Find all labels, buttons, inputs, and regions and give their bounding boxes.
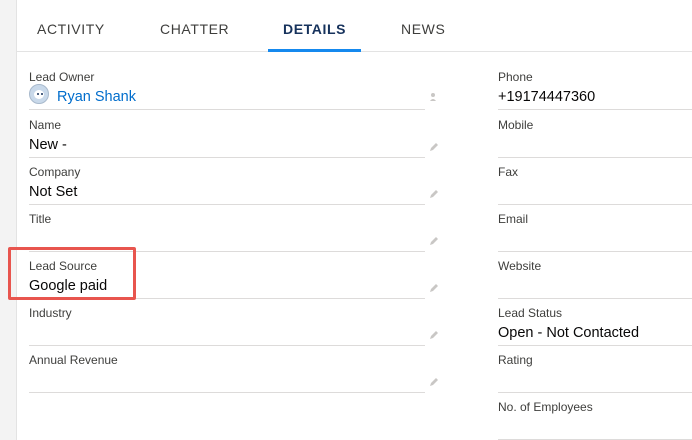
field-label: Name bbox=[29, 118, 62, 132]
field-label: Lead Owner bbox=[29, 70, 95, 84]
field-phone: Phone +19174447360 bbox=[498, 70, 692, 110]
tab-activity[interactable]: ACTIVITY bbox=[37, 0, 105, 51]
field-mobile: Mobile bbox=[498, 118, 692, 158]
tab-details[interactable]: DETAILS bbox=[267, 0, 362, 52]
field-label: Email bbox=[498, 212, 529, 226]
field-lead-source: Lead Source Google paid bbox=[29, 259, 438, 299]
user-avatar-icon bbox=[29, 84, 49, 104]
field-employees: No. of Employees bbox=[498, 400, 692, 440]
field-industry: Industry bbox=[29, 306, 438, 346]
field-value: Not Set bbox=[29, 184, 78, 200]
field-value: Google paid bbox=[29, 278, 108, 294]
record-detail-panel: ACTIVITY CHATTER DETAILS NEWS Lead Owner… bbox=[16, 0, 692, 440]
field-label: Title bbox=[29, 212, 52, 226]
field-annual-revenue: Annual Revenue bbox=[29, 353, 438, 393]
field-label: Industry bbox=[29, 306, 72, 320]
field-label: Mobile bbox=[498, 118, 534, 132]
pencil-icon[interactable] bbox=[429, 189, 439, 199]
field-label: Website bbox=[498, 259, 542, 273]
field-title: Title bbox=[29, 212, 438, 252]
pencil-icon[interactable] bbox=[429, 142, 439, 152]
field-label: Fax bbox=[498, 165, 519, 179]
field-value: New - bbox=[29, 137, 67, 153]
tab-news[interactable]: NEWS bbox=[401, 0, 445, 51]
field-name: Name New - bbox=[29, 118, 438, 158]
field-lead-owner: Lead Owner Ryan Shank bbox=[29, 70, 436, 110]
field-value: Open - Not Contacted bbox=[498, 325, 640, 341]
lead-owner-link[interactable]: Ryan Shank bbox=[57, 89, 136, 105]
field-rating: Rating bbox=[498, 353, 692, 393]
pencil-icon[interactable] bbox=[429, 330, 439, 340]
pencil-icon[interactable] bbox=[429, 236, 439, 246]
phone-value[interactable]: +19174447360 bbox=[498, 89, 595, 105]
change-owner-icon[interactable] bbox=[429, 92, 439, 102]
field-company: Company Not Set bbox=[29, 165, 438, 205]
field-label: Company bbox=[29, 165, 81, 179]
pencil-icon[interactable] bbox=[429, 377, 439, 387]
field-email: Email bbox=[498, 212, 692, 252]
tab-bar: ACTIVITY CHATTER DETAILS NEWS bbox=[17, 0, 692, 52]
tab-chatter[interactable]: CHATTER bbox=[160, 0, 229, 51]
field-website: Website bbox=[498, 259, 692, 299]
field-label: No. of Employees bbox=[498, 400, 593, 414]
field-fax: Fax bbox=[498, 165, 692, 205]
field-label: Lead Status bbox=[498, 306, 563, 320]
field-lead-status: Lead Status Open - Not Contacted bbox=[498, 306, 692, 346]
field-label: Annual Revenue bbox=[29, 353, 118, 367]
field-label: Phone bbox=[498, 70, 533, 84]
pencil-icon[interactable] bbox=[429, 283, 439, 293]
field-label: Rating bbox=[498, 353, 533, 367]
field-label: Lead Source bbox=[29, 259, 98, 273]
